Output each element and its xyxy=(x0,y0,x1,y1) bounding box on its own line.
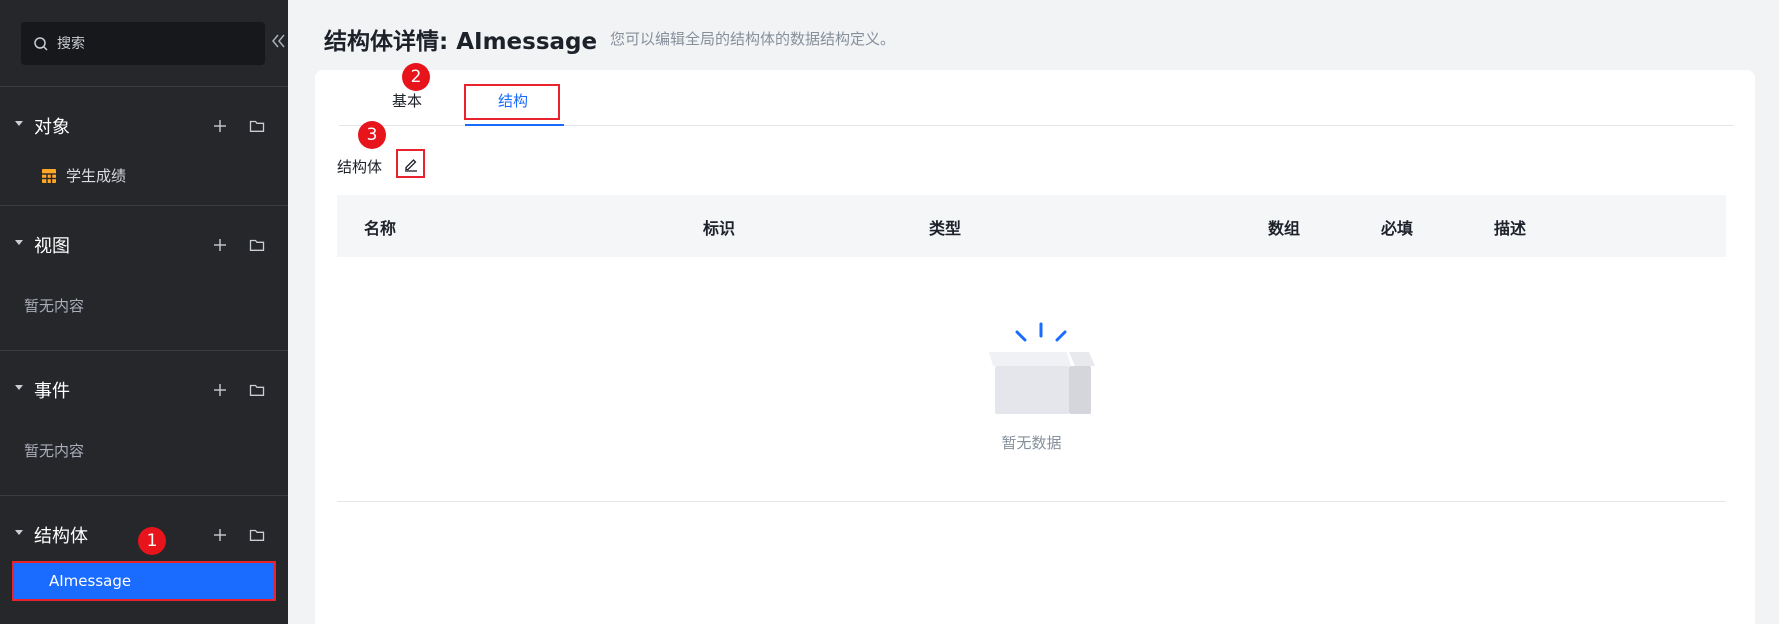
search-input[interactable] xyxy=(57,35,247,52)
column-header-required: 必填 xyxy=(1381,219,1414,238)
edit-button[interactable] xyxy=(396,149,425,178)
section-objects: 对象 学生成绩 xyxy=(0,86,288,206)
column-header-array: 数组 xyxy=(1268,219,1301,238)
tab-structure[interactable]: 结构 xyxy=(498,90,528,111)
tree-item-label: 学生成绩 xyxy=(66,167,127,185)
table-header: 名称 标识 类型 数组 必填 描述 xyxy=(337,195,1726,257)
empty-box-icon xyxy=(989,322,1095,414)
section-title: 视图 xyxy=(34,236,70,257)
detail-card: 基本 结构 2 3 结构体 名称 标识 类型 数组 必填 描述 暂无数据 xyxy=(315,63,1755,624)
column-header-description: 描述 xyxy=(1494,219,1527,238)
structure-label: 结构体 xyxy=(337,158,383,176)
collapse-icon[interactable] xyxy=(270,31,286,51)
add-icon[interactable] xyxy=(212,527,228,543)
search-box[interactable] xyxy=(21,22,265,65)
section-events: 事件 暂无内容 xyxy=(0,350,288,496)
empty-data-text: 暂无数据 xyxy=(1001,434,1062,452)
tree-item-student-scores[interactable]: 学生成绩 xyxy=(42,165,126,186)
section-title: 结构体 xyxy=(34,526,88,547)
caret-down-icon[interactable] xyxy=(15,530,23,535)
section-views: 视图 暂无内容 xyxy=(0,205,288,351)
section-title: 对象 xyxy=(34,117,70,138)
table-icon xyxy=(42,168,56,183)
annotation-badge-1: 1 xyxy=(138,527,166,555)
empty-state: 暂无数据 xyxy=(337,257,1726,502)
folder-icon[interactable] xyxy=(249,237,265,253)
annotation-badge-3: 3 xyxy=(358,121,386,149)
struct-item-aimessage[interactable]: AImessage xyxy=(12,561,276,601)
add-icon[interactable] xyxy=(212,118,228,134)
section-title: 事件 xyxy=(34,381,70,402)
folder-icon[interactable] xyxy=(249,527,265,543)
empty-text: 暂无内容 xyxy=(24,297,85,315)
section-structs: 结构体 xyxy=(0,495,288,624)
column-header-type: 类型 xyxy=(929,219,962,238)
annotation-badge-2: 2 xyxy=(402,63,430,91)
page-description: 您可以编辑全局的结构体的数据结构定义。 xyxy=(610,30,896,48)
column-header-identifier: 标识 xyxy=(703,219,736,238)
struct-item-label: AImessage xyxy=(49,572,132,590)
sidebar: 对象 学生成绩 视图 暂无内容 事件 暂无内容 结构体 AImessage 1 xyxy=(0,0,288,624)
tab-active-indicator xyxy=(465,124,564,126)
column-header-name: 名称 xyxy=(364,219,397,238)
tab-basic[interactable]: 基本 xyxy=(392,90,422,111)
caret-down-icon[interactable] xyxy=(15,385,23,390)
empty-text: 暂无内容 xyxy=(24,442,85,460)
folder-icon[interactable] xyxy=(249,382,265,398)
add-icon[interactable] xyxy=(212,237,228,253)
folder-icon[interactable] xyxy=(249,118,265,134)
edit-icon xyxy=(404,158,417,172)
page-title: 结构体详情: AImessage xyxy=(324,29,598,55)
search-icon xyxy=(34,36,48,51)
caret-down-icon[interactable] xyxy=(15,240,23,245)
tab-bar: 基本 结构 xyxy=(339,70,1734,126)
caret-down-icon[interactable] xyxy=(15,121,23,126)
add-icon[interactable] xyxy=(212,382,228,398)
